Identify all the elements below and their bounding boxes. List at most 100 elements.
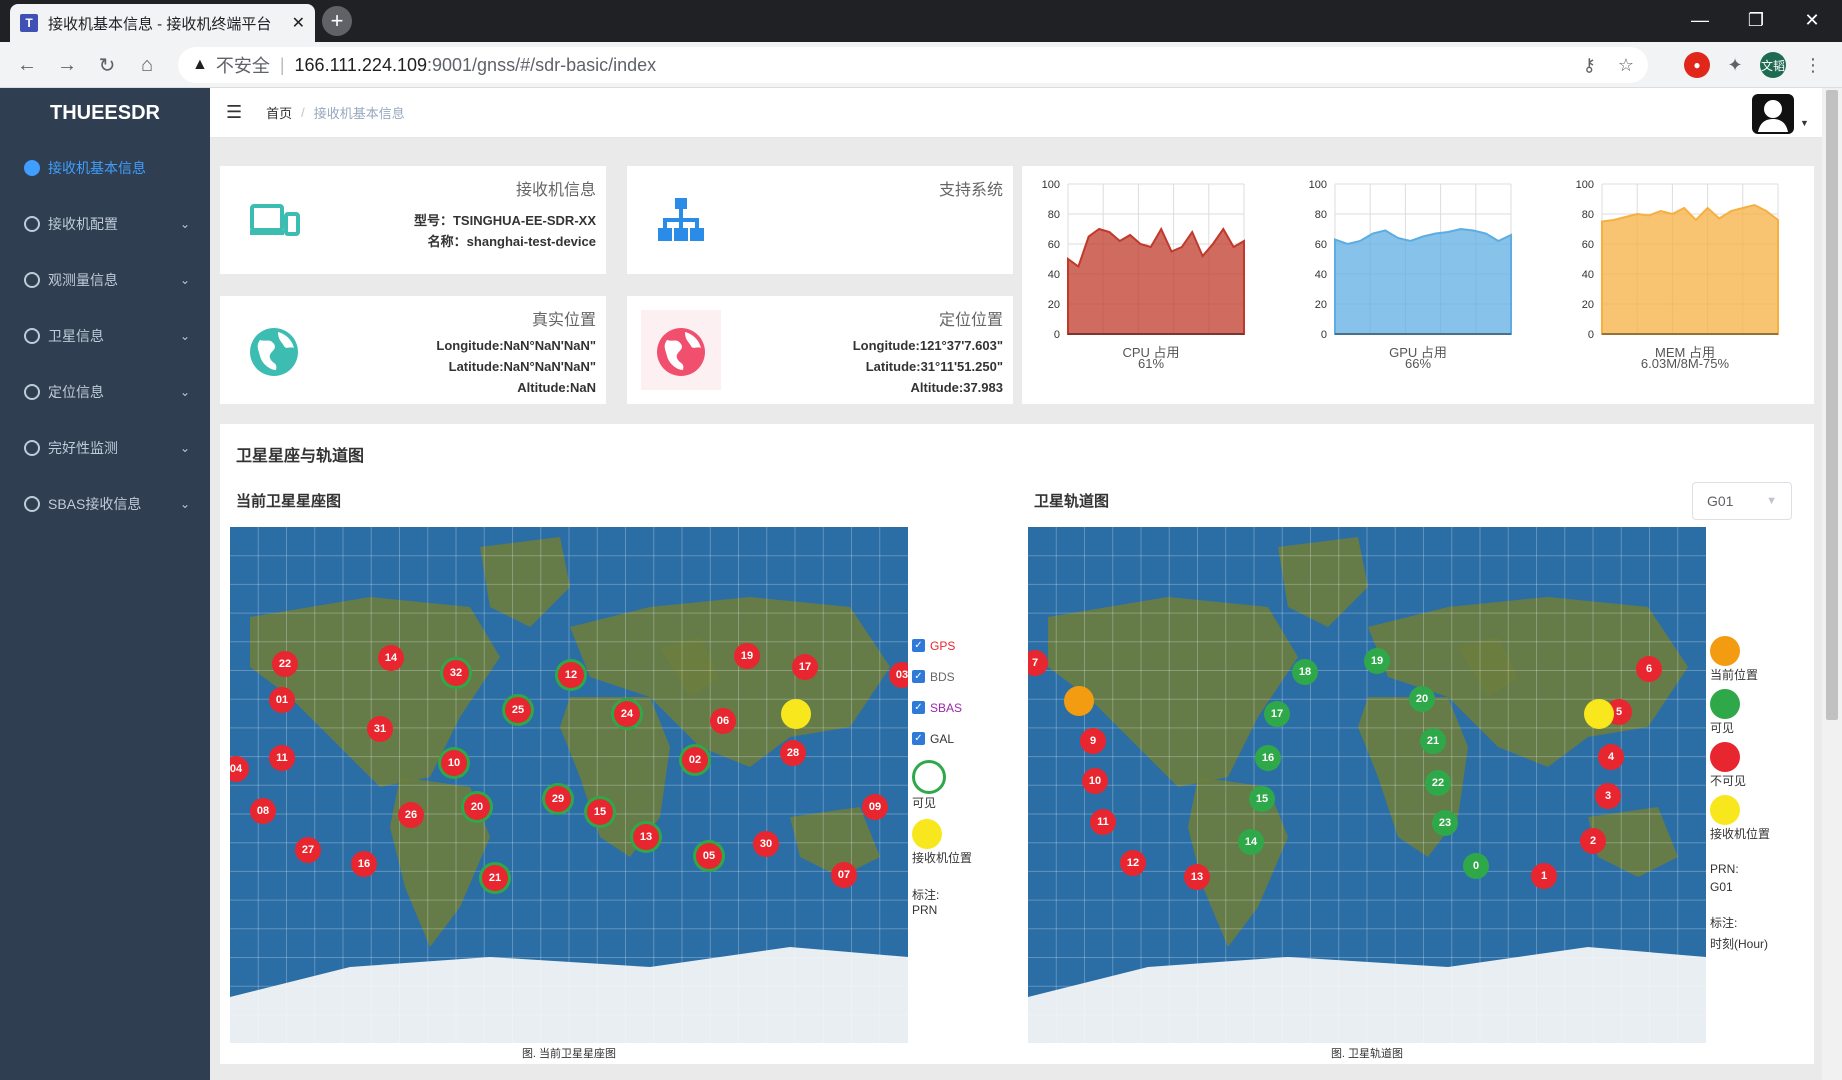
satellite-marker[interactable]: 17	[792, 654, 818, 680]
satellite-marker[interactable]: 27	[295, 837, 321, 863]
satellite-marker[interactable]: 15	[587, 799, 613, 825]
forward-icon[interactable]: →	[52, 50, 82, 80]
constellation-map[interactable]: 22 14 32 12 19 17 03 01 25 24 06 31 11 10 02 28 04 08 26 20…	[230, 527, 908, 1043]
satellite-marker[interactable]: 06	[710, 708, 736, 734]
satellite-marker[interactable]: 12	[1120, 850, 1146, 876]
satellite-marker[interactable]: 29	[545, 786, 571, 812]
receiver-marker[interactable]	[781, 699, 811, 729]
legend-gal[interactable]: ✓ GAL	[912, 723, 972, 754]
satellite-marker[interactable]: 10	[1082, 768, 1108, 794]
satellite-marker[interactable]: 2	[1580, 828, 1606, 854]
satellite-marker[interactable]: 08	[250, 798, 276, 824]
browser-menu-icon[interactable]: ⋮	[1800, 52, 1826, 78]
sidebar-item[interactable]: 接收机基本信息	[0, 140, 210, 196]
home-icon[interactable]: ⌂	[132, 50, 162, 80]
scrollbar-thumb[interactable]	[1826, 90, 1838, 720]
supported-systems-card: 支持系统	[627, 166, 1013, 274]
close-tab-icon[interactable]: ✕	[292, 13, 305, 33]
orbit-map[interactable]: 7 18 19 6 17 20 5 9 21 16 4 10 22 15 3 11 23 14 2 12 13 0 1	[1028, 527, 1706, 1043]
checkbox-icon[interactable]: ✓	[912, 701, 925, 714]
satellite-marker[interactable]: 11	[269, 745, 295, 771]
hamburger-icon[interactable]: ☰	[226, 102, 242, 123]
satellite-marker[interactable]: 02	[682, 747, 708, 773]
profile-avatar[interactable]: 文韬	[1760, 52, 1786, 78]
satellite-marker[interactable]: 17	[1264, 701, 1290, 727]
satellite-marker[interactable]: 22	[1425, 770, 1451, 796]
satellite-marker[interactable]: 32	[443, 660, 469, 686]
sidebar-item[interactable]: 定位信息 ⌄	[0, 364, 210, 420]
satellite-marker[interactable]: 0	[1463, 853, 1489, 879]
user-avatar[interactable]	[1752, 94, 1794, 134]
satellite-marker[interactable]: 09	[862, 794, 888, 820]
satellite-marker[interactable]: 01	[269, 687, 295, 713]
satellite-marker[interactable]: 20	[464, 794, 490, 820]
satellite-marker[interactable]: 3	[1595, 783, 1621, 809]
receiver-marker[interactable]	[1584, 699, 1614, 729]
satellite-marker[interactable]: 13	[1184, 864, 1210, 890]
satellite-marker[interactable]: 20	[1409, 686, 1435, 712]
satellite-marker[interactable]: 16	[1255, 745, 1281, 771]
legend-bds[interactable]: ✓ BDS	[912, 661, 972, 692]
satellite-marker[interactable]: 16	[351, 851, 377, 877]
satellite-marker[interactable]: 31	[367, 716, 393, 742]
satellite-marker[interactable]: 14	[1238, 829, 1264, 855]
user-menu-caret-icon[interactable]: ▼	[1800, 118, 1809, 128]
satellite-marker[interactable]: 28	[780, 740, 806, 766]
satellite-marker[interactable]: 9	[1080, 728, 1106, 754]
browser-tab[interactable]: T 接收机基本信息 - 接收机终端平台 ✕	[10, 4, 315, 42]
back-icon[interactable]: ←	[12, 50, 42, 80]
sidebar-item-label: 完好性监测	[48, 440, 118, 456]
satellite-marker[interactable]: 05	[696, 843, 722, 869]
sidebar-item[interactable]: 接收机配置 ⌄	[0, 196, 210, 252]
minimize-icon[interactable]: —	[1670, 4, 1730, 36]
satellite-marker[interactable]: 26	[398, 802, 424, 828]
breadcrumb-home[interactable]: 首页	[266, 103, 292, 122]
reload-icon[interactable]: ↻	[92, 50, 122, 80]
satellite-marker[interactable]: 15	[1249, 786, 1275, 812]
checkbox-icon[interactable]: ✓	[912, 670, 925, 683]
sidebar-item[interactable]: SBAS接收信息 ⌄	[0, 476, 210, 532]
sidebar-item[interactable]: 观测量信息 ⌄	[0, 252, 210, 308]
satellite-marker[interactable]: 4	[1598, 744, 1624, 770]
y-tick-label: 20	[1582, 299, 1594, 311]
checkbox-icon[interactable]: ✓	[912, 732, 925, 745]
satellite-marker[interactable]: 30	[753, 831, 779, 857]
satellite-marker[interactable]: 19	[734, 643, 760, 669]
satellite-marker[interactable]: 6	[1636, 656, 1662, 682]
satellite-marker[interactable]: 19	[1364, 648, 1390, 674]
satellite-marker[interactable]: 18	[1292, 659, 1318, 685]
key-icon[interactable]: ⚷	[1583, 55, 1596, 76]
satellite-marker[interactable]: 13	[633, 824, 659, 850]
satellite-marker[interactable]: 10	[441, 750, 467, 776]
satellite-marker[interactable]: 25	[505, 697, 531, 723]
panel-title: 卫星星座与轨道图	[236, 448, 365, 465]
satellite-marker[interactable]: 12	[558, 662, 584, 688]
satellite-marker[interactable]: 21	[1420, 728, 1446, 754]
sidebar-item[interactable]: 完好性监测 ⌄	[0, 420, 210, 476]
receiver-dot-icon	[912, 819, 942, 849]
address-bar[interactable]: ▲ 不安全 | 166.111.224.109 :9001/gnss/#/sdr…	[178, 47, 1648, 83]
current-position-marker[interactable]	[1064, 686, 1094, 716]
fix-position-card: 定位位置 Longitude:121°37'7.603" Latitude:31…	[627, 296, 1013, 404]
bookmark-star-icon[interactable]: ☆	[1618, 55, 1634, 76]
restore-icon[interactable]: ❐	[1726, 4, 1786, 36]
extensions-puzzle-icon[interactable]: ✦	[1722, 52, 1748, 78]
satellite-marker[interactable]: 11	[1090, 809, 1116, 835]
satellite-marker[interactable]: 1	[1531, 863, 1557, 889]
checkbox-icon[interactable]: ✓	[912, 639, 925, 652]
satellite-marker[interactable]: 21	[482, 865, 508, 891]
y-tick-label: 60	[1582, 239, 1594, 251]
close-window-icon[interactable]: ✕	[1782, 4, 1842, 36]
legend-sbas[interactable]: ✓ SBAS	[912, 692, 972, 723]
satellite-marker[interactable]: 07	[831, 862, 857, 888]
satellite-marker[interactable]: 14	[378, 645, 404, 671]
sidebar-item[interactable]: 卫星信息 ⌄	[0, 308, 210, 364]
satellite-marker[interactable]: 03	[889, 662, 908, 688]
satellite-marker[interactable]: 24	[614, 701, 640, 727]
satellite-marker[interactable]: 23	[1432, 810, 1458, 836]
legend-gps[interactable]: ✓ GPS	[912, 630, 972, 661]
satellite-select[interactable]: G01 ▼	[1692, 482, 1792, 520]
satellite-marker[interactable]: 22	[272, 651, 298, 677]
adblock-extension-icon[interactable]: ●	[1684, 52, 1710, 78]
new-tab-button[interactable]: +	[322, 6, 352, 36]
